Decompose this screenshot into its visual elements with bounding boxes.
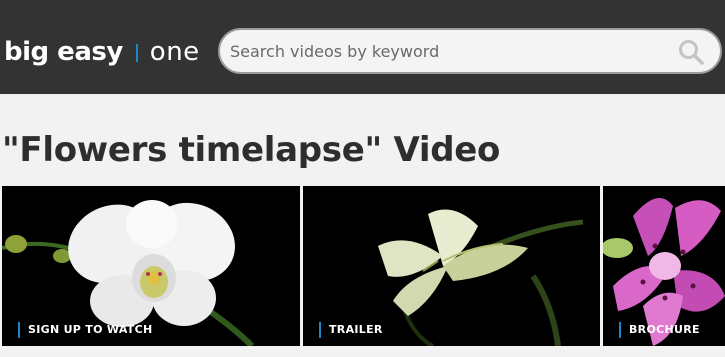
page-title: "Flowers timelapse" Video xyxy=(2,130,501,170)
card-label: TRAILER xyxy=(319,322,383,338)
search-icon[interactable] xyxy=(678,39,704,65)
search-box xyxy=(218,28,722,74)
search-input[interactable] xyxy=(230,30,670,72)
logo-sub-text: one xyxy=(149,37,200,67)
top-bar: big easy one xyxy=(0,0,725,94)
video-card-sign-up[interactable]: SIGN UP TO WATCH xyxy=(2,186,300,346)
card-label: SIGN UP TO WATCH xyxy=(18,322,152,338)
logo-main-text: big easy xyxy=(4,37,123,67)
video-card-brochure[interactable]: BROCHURE xyxy=(603,186,725,346)
logo[interactable]: big easy one xyxy=(4,32,200,72)
logo-divider xyxy=(135,44,138,62)
card-label: BROCHURE xyxy=(619,322,700,338)
video-card-trailer[interactable]: TRAILER xyxy=(303,186,600,346)
